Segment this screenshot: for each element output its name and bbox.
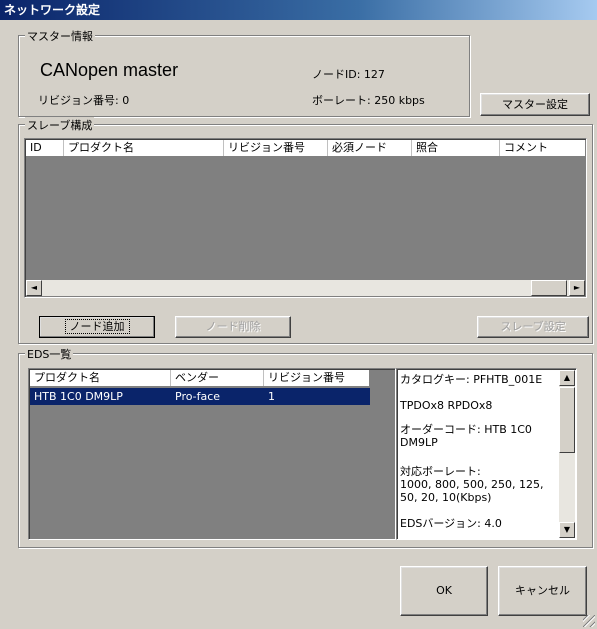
master-node-id: ノードID: 127 bbox=[312, 68, 385, 81]
eds-list-header: プロダクト名 ベンダー リビジョン番号 bbox=[30, 370, 369, 386]
slave-list-hscrollbar[interactable]: ◄ ► bbox=[26, 280, 585, 296]
eds-info-baud-title: 対応ボーレート: bbox=[400, 465, 481, 478]
ok-button[interactable]: OK bbox=[400, 566, 488, 616]
slave-list-hscroll-thumb[interactable] bbox=[531, 280, 567, 296]
cancel-button[interactable]: キャンセル bbox=[498, 566, 587, 616]
slave-config-label: スレーブ構成 bbox=[25, 117, 95, 133]
cancel-button-label: キャンセル bbox=[515, 584, 570, 597]
eds-info-baud-values: 1000, 800, 500, 250, 125, 50, 20, 10(Kbp… bbox=[400, 478, 544, 504]
slave-col-product[interactable]: プロダクト名 bbox=[64, 140, 224, 156]
scroll-left-icon[interactable]: ◄ bbox=[26, 280, 42, 296]
slave-col-comment[interactable]: コメント bbox=[500, 140, 585, 156]
eds-info-catalog: カタログキー: PFHTB_001E bbox=[400, 373, 543, 386]
eds-row-vendor: Pro-face bbox=[175, 390, 221, 403]
slave-settings-button-label: スレーブ設定 bbox=[500, 320, 566, 333]
slave-settings-button[interactable]: スレーブ設定 bbox=[477, 316, 589, 338]
eds-row-selected[interactable]: HTB 1C0 DM9LP Pro-face 1 bbox=[30, 388, 370, 405]
delete-node-button-label: ノード削除 bbox=[205, 320, 261, 333]
slave-list[interactable]: ID プロダクト名 リビジョン番号 必須ノード 照合 コメント ◄ ► bbox=[24, 138, 587, 298]
scroll-down-icon[interactable]: ▼ bbox=[559, 522, 575, 538]
scroll-up-icon[interactable]: ▲ bbox=[559, 370, 575, 386]
slave-col-verify[interactable]: 照合 bbox=[412, 140, 500, 156]
window-title: ネットワーク設定 bbox=[0, 0, 597, 20]
eds-list-label: EDS一覧 bbox=[25, 346, 74, 362]
slave-col-required[interactable]: 必須ノード bbox=[328, 140, 412, 156]
eds-info-panel[interactable]: カタログキー: PFHTB_001E TPDOx8 RPDOx8 オーダーコード… bbox=[396, 368, 577, 540]
eds-info-vscroll-thumb[interactable] bbox=[559, 387, 575, 453]
master-settings-button[interactable]: マスター設定 bbox=[480, 93, 590, 116]
eds-info-eds-version: EDSバージョン: 4.0 bbox=[400, 517, 502, 530]
master-revision: リビジョン番号: 0 bbox=[38, 94, 130, 107]
eds-col-vendor[interactable]: ベンダー bbox=[171, 370, 264, 386]
add-node-button-label: ノード追加 bbox=[64, 319, 130, 334]
master-settings-button-label: マスター設定 bbox=[502, 98, 568, 111]
slave-col-id[interactable]: ID bbox=[26, 140, 64, 156]
master-name: CANopen master bbox=[40, 60, 179, 80]
scroll-right-icon[interactable]: ► bbox=[569, 280, 585, 296]
master-info-label: マスター情報 bbox=[25, 28, 95, 44]
slave-list-header: ID プロダクト名 リビジョン番号 必須ノード 照合 コメント bbox=[26, 140, 585, 156]
add-node-button[interactable]: ノード追加 bbox=[39, 316, 155, 338]
slave-col-revision[interactable]: リビジョン番号 bbox=[224, 140, 328, 156]
resize-grip-icon[interactable] bbox=[583, 615, 595, 627]
eds-col-revision[interactable]: リビジョン番号 bbox=[264, 370, 369, 386]
eds-row-revision: 1 bbox=[268, 390, 275, 403]
master-baudrate: ボーレート: 250 kbps bbox=[312, 94, 425, 107]
delete-node-button[interactable]: ノード削除 bbox=[175, 316, 291, 338]
eds-row-product: HTB 1C0 DM9LP bbox=[34, 390, 123, 403]
ok-button-label: OK bbox=[436, 584, 452, 597]
eds-list[interactable]: プロダクト名 ベンダー リビジョン番号 HTB 1C0 DM9LP Pro-fa… bbox=[28, 368, 396, 540]
eds-info-pdo: TPDOx8 RPDOx8 bbox=[400, 399, 493, 412]
eds-col-product[interactable]: プロダクト名 bbox=[30, 370, 171, 386]
eds-info-vscrollbar[interactable]: ▲ ▼ bbox=[559, 370, 575, 538]
eds-info-order-code: オーダーコード: HTB 1C0 DM9LP bbox=[400, 423, 532, 449]
